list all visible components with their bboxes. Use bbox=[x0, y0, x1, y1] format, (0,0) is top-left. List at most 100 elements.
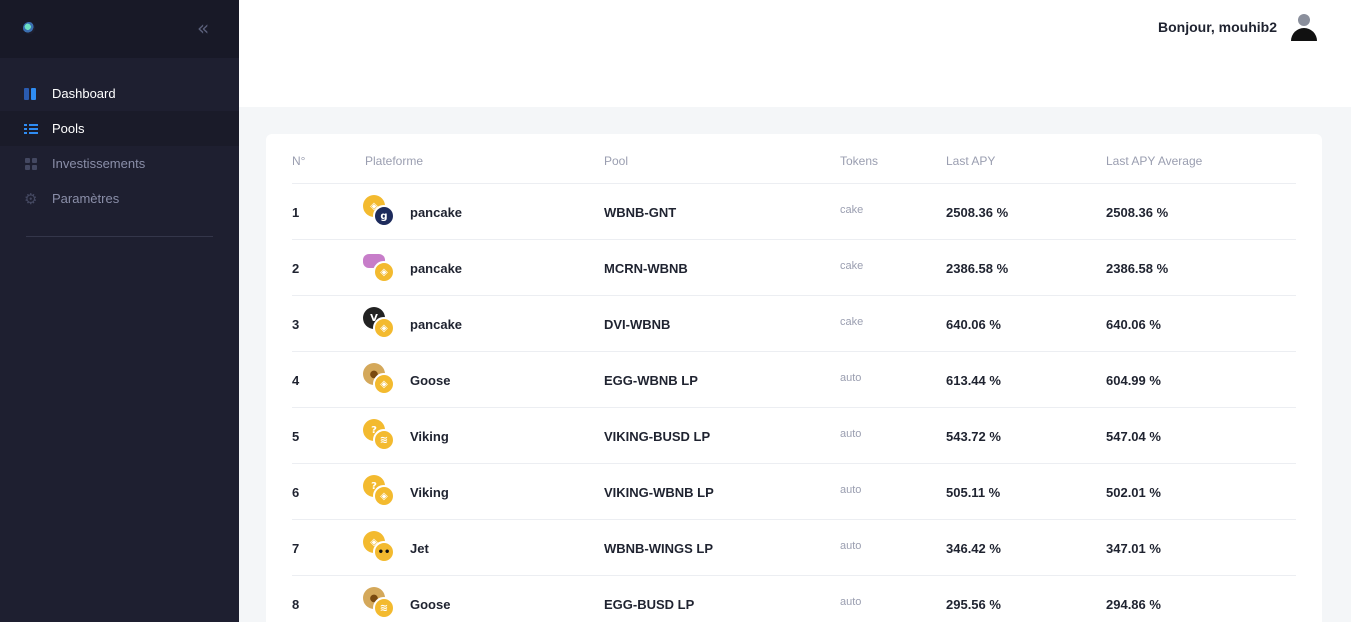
sidebar-item-label: Dashboard bbox=[52, 86, 116, 101]
column-header-last-apy-average: Last APY Average bbox=[1106, 154, 1203, 168]
sidebar-item-dashboard[interactable]: Dashboard bbox=[0, 76, 239, 111]
last-apy-value: 346.42 % bbox=[946, 541, 1001, 556]
sidebar-item-label: Paramètres bbox=[52, 191, 120, 206]
column-header-pool: Pool bbox=[604, 154, 629, 168]
sidebar-item-label: Investissements bbox=[52, 156, 146, 171]
grid-icon bbox=[24, 157, 38, 171]
platform-name: Goose bbox=[410, 373, 451, 388]
last-apy-average-value: 547.04 % bbox=[1106, 429, 1161, 444]
table-row[interactable]: 6 ? ◈ Viking VIKING-WBNB LP auto 505.11 … bbox=[292, 464, 1296, 520]
pair-token-icons: ◈ g bbox=[363, 195, 397, 229]
pools-table: N° Plateforme Pool Tokens Last APY Last … bbox=[266, 134, 1322, 622]
last-apy-average-value: 294.86 % bbox=[1106, 597, 1161, 612]
user-avatar-icon[interactable] bbox=[1289, 13, 1319, 43]
last-apy-average-value: 2386.58 % bbox=[1106, 261, 1169, 276]
row-number: 8 bbox=[292, 597, 300, 612]
last-apy-average-value: 2508.36 % bbox=[1106, 205, 1169, 220]
last-apy-value: 543.72 % bbox=[946, 429, 1001, 444]
pool-name: DVI-WBNB bbox=[604, 317, 671, 332]
pair-token-icons: ◈ •• bbox=[363, 531, 397, 565]
platform-name: Viking bbox=[410, 429, 449, 444]
sidebar-item-pools[interactable]: Pools bbox=[0, 111, 239, 146]
table-header: N° Plateforme Pool Tokens Last APY Last … bbox=[292, 134, 1296, 184]
last-apy-value: 640.06 % bbox=[946, 317, 1001, 332]
tokens-value: auto bbox=[840, 372, 862, 384]
column-header-last-apy: Last APY bbox=[946, 154, 996, 168]
last-apy-average-value: 640.06 % bbox=[1106, 317, 1161, 332]
sidebar-nav: Dashboard Pools Investissements ⚙ Paramè… bbox=[0, 58, 239, 216]
tokens-value: cake bbox=[840, 260, 864, 272]
table-row[interactable]: 4 ● ◈ Goose EGG-WBNB LP auto 613.44 % 60… bbox=[292, 352, 1296, 408]
logo-icon[interactable] bbox=[23, 22, 35, 34]
last-apy-value: 613.44 % bbox=[946, 373, 1001, 388]
tokens-value: auto bbox=[840, 596, 862, 608]
gnt-token-icon: g bbox=[373, 205, 395, 227]
platform-name: Jet bbox=[410, 541, 429, 556]
column-header-number: N° bbox=[292, 154, 306, 168]
pair-token-icons: ? ◈ bbox=[363, 475, 397, 509]
platform-name: pancake bbox=[410, 317, 463, 332]
tokens-value: cake bbox=[840, 204, 864, 216]
wings-token-icon: •• bbox=[373, 541, 395, 563]
last-apy-value: 2386.58 % bbox=[946, 261, 1009, 276]
table-row[interactable]: 8 ● ≋ Goose EGG-BUSD LP auto 295.56 % 29… bbox=[292, 576, 1296, 622]
gear-icon: ⚙ bbox=[24, 189, 38, 208]
column-header-platform: Plateforme bbox=[365, 154, 424, 168]
bnb-token-icon: ◈ bbox=[373, 261, 395, 283]
list-icon bbox=[24, 122, 38, 136]
pool-name: MCRN-WBNB bbox=[604, 261, 688, 276]
sidebar-item-parametres[interactable]: ⚙ Paramètres bbox=[0, 181, 239, 216]
last-apy-value: 505.11 % bbox=[946, 485, 1001, 500]
platform-name: pancake bbox=[410, 205, 463, 220]
tokens-value: auto bbox=[840, 484, 862, 496]
row-number: 7 bbox=[292, 541, 300, 556]
platform-name: Viking bbox=[410, 485, 449, 500]
pool-name: EGG-BUSD LP bbox=[604, 597, 695, 612]
bnb-token-icon: ◈ bbox=[373, 373, 395, 395]
tokens-value: auto bbox=[840, 428, 862, 440]
sidebar-item-label: Pools bbox=[52, 121, 85, 136]
tokens-value: auto bbox=[840, 540, 862, 552]
platform-name: pancake bbox=[410, 261, 463, 276]
sidebar: « Dashboard Pools Investissements ⚙ Para… bbox=[0, 0, 239, 622]
sidebar-item-investissements[interactable]: Investissements bbox=[0, 146, 239, 181]
pool-name: VIKING-BUSD LP bbox=[604, 429, 711, 444]
busd-token-icon: ≋ bbox=[373, 597, 395, 619]
last-apy-value: 2508.36 % bbox=[946, 205, 1009, 220]
dashboard-icon bbox=[24, 87, 38, 101]
table-row[interactable]: 1 ◈ g pancake WBNB-GNT cake 2508.36 % 25… bbox=[292, 184, 1296, 240]
tokens-value: cake bbox=[840, 316, 864, 328]
sidebar-header: « bbox=[0, 0, 239, 58]
pair-token-icons: V ◈ bbox=[363, 307, 397, 341]
pool-name: WBNB-GNT bbox=[604, 205, 677, 220]
platform-name: Goose bbox=[410, 597, 451, 612]
top-header: Bonjour, mouhib2 bbox=[239, 0, 1351, 107]
bnb-token-icon: ◈ bbox=[373, 485, 395, 507]
table-row[interactable]: 3 V ◈ pancake DVI-WBNB cake 640.06 % 640… bbox=[292, 296, 1296, 352]
row-number: 4 bbox=[292, 373, 300, 388]
table-row[interactable]: 2 ◈ pancake MCRN-WBNB cake 2386.58 % 238… bbox=[292, 240, 1296, 296]
last-apy-average-value: 502.01 % bbox=[1106, 485, 1161, 500]
greeting-text: Bonjour, mouhib2 bbox=[1158, 19, 1277, 35]
row-number: 1 bbox=[292, 205, 300, 220]
pool-name: EGG-WBNB LP bbox=[604, 373, 698, 388]
last-apy-value: 295.56 % bbox=[946, 597, 1001, 612]
pair-token-icons: ? ≋ bbox=[363, 419, 397, 453]
last-apy-average-value: 604.99 % bbox=[1106, 373, 1161, 388]
row-number: 6 bbox=[292, 485, 300, 500]
last-apy-average-value: 347.01 % bbox=[1106, 541, 1161, 556]
sidebar-divider bbox=[26, 236, 213, 237]
table-row[interactable]: 5 ? ≋ Viking VIKING-BUSD LP auto 543.72 … bbox=[292, 408, 1296, 464]
table-row[interactable]: 7 ◈ •• Jet WBNB-WINGS LP auto 346.42 % 3… bbox=[292, 520, 1296, 576]
pool-name: VIKING-WBNB LP bbox=[604, 485, 714, 500]
collapse-sidebar-icon[interactable]: « bbox=[197, 17, 217, 39]
pool-name: WBNB-WINGS LP bbox=[604, 541, 714, 556]
bnb-token-icon: ◈ bbox=[373, 317, 395, 339]
row-number: 5 bbox=[292, 429, 300, 444]
pair-token-icons: ◈ bbox=[363, 251, 397, 285]
column-header-tokens: Tokens bbox=[840, 154, 879, 168]
row-number: 3 bbox=[292, 317, 300, 332]
row-number: 2 bbox=[292, 261, 300, 276]
busd-token-icon: ≋ bbox=[373, 429, 395, 451]
pair-token-icons: ● ◈ bbox=[363, 363, 397, 397]
